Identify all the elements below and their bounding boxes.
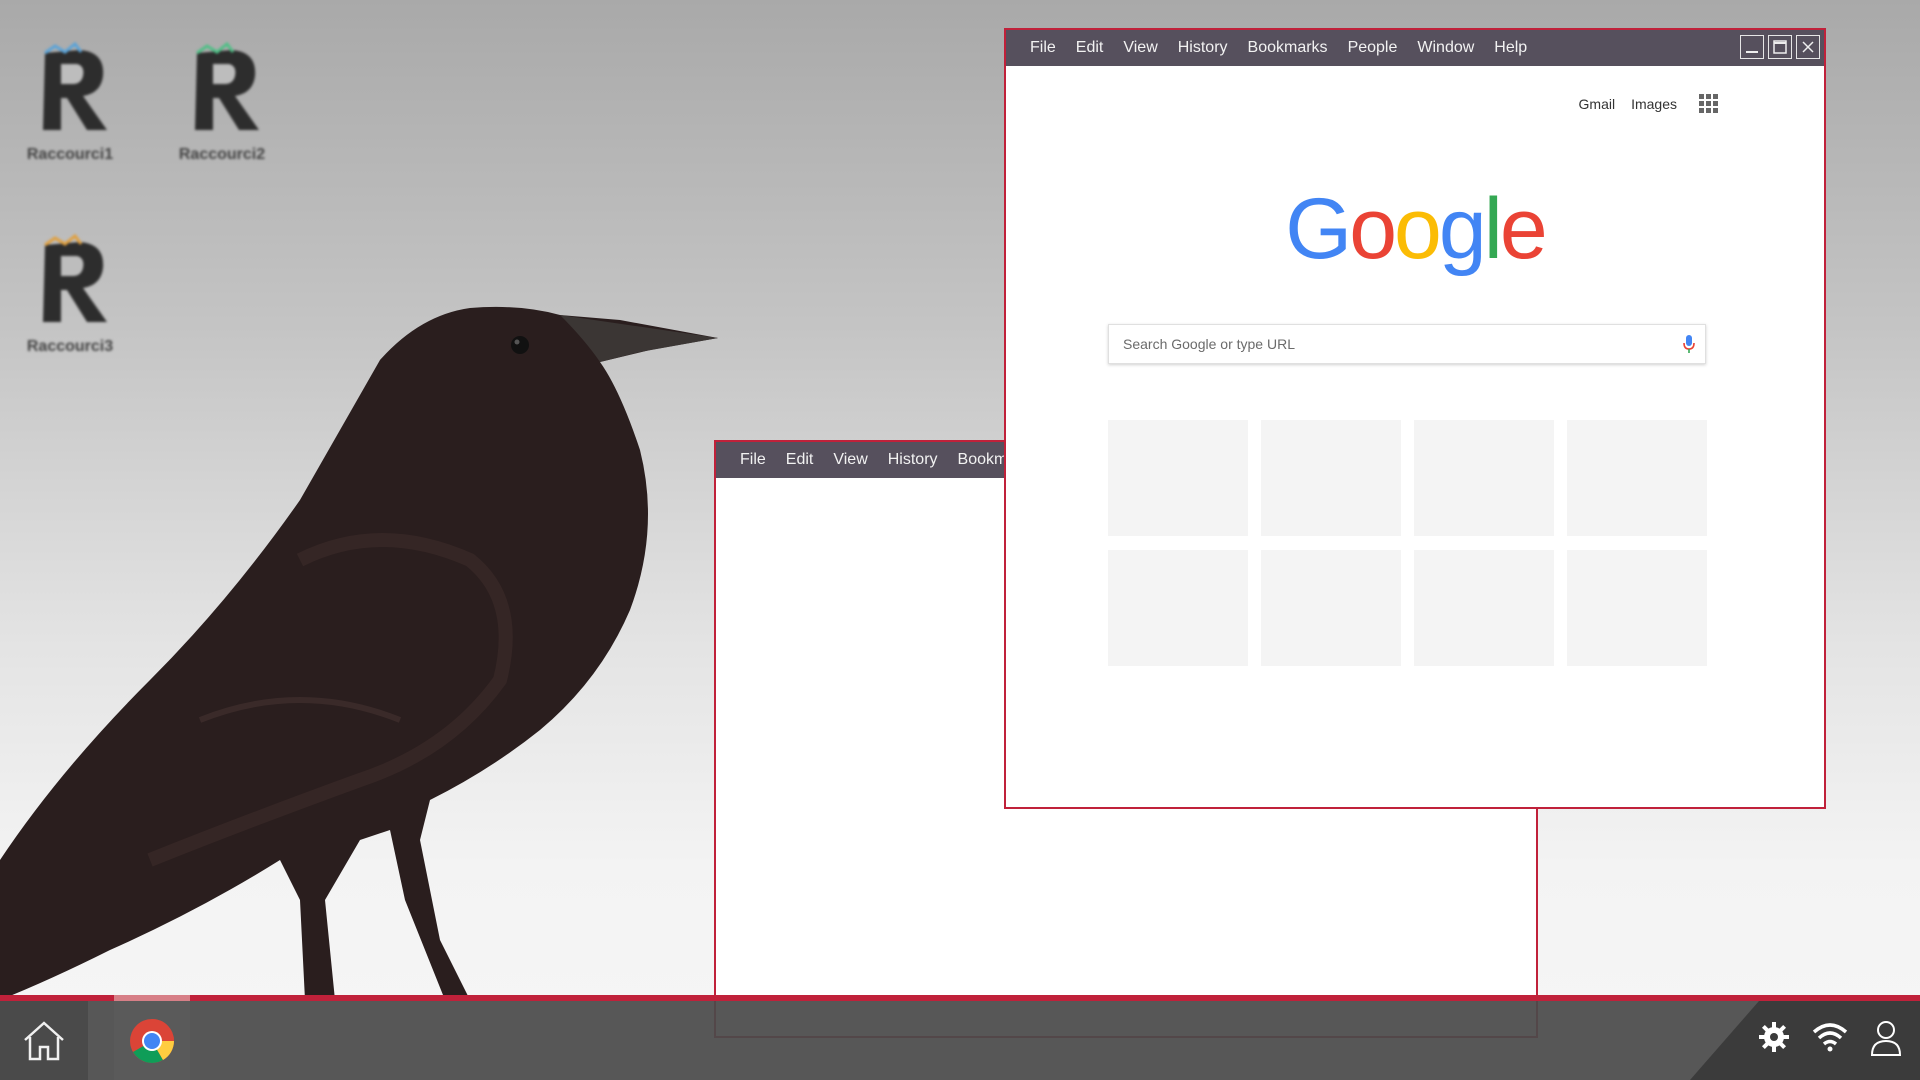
logo-letter: g xyxy=(1438,181,1487,277)
window-controls xyxy=(1740,35,1820,59)
desktop: Raccourci1 Raccourci2 Raccourci3 File Ed… xyxy=(0,0,1920,1080)
logo-letter: o xyxy=(1349,181,1397,277)
most-visited-tile[interactable] xyxy=(1567,550,1707,666)
home-button[interactable] xyxy=(0,1001,88,1080)
wifi-icon[interactable] xyxy=(1812,1021,1848,1053)
images-link[interactable]: Images xyxy=(1631,96,1677,112)
most-visited-tile[interactable] xyxy=(1414,550,1554,666)
menu-bookmarks[interactable]: Bookmarks xyxy=(1248,39,1328,57)
r-app-icon xyxy=(43,41,107,130)
menu-edit[interactable]: Edit xyxy=(1076,39,1104,57)
taskbar xyxy=(0,995,1920,1080)
minimize-icon[interactable] xyxy=(1740,35,1764,59)
gmail-link[interactable]: Gmail xyxy=(1579,96,1616,112)
browser-window[interactable]: File Edit View History Bookmarks People … xyxy=(1004,28,1826,809)
desktop-shortcut-1[interactable]: Raccourci1 xyxy=(0,38,140,164)
most-visited-tile[interactable] xyxy=(1261,550,1401,666)
shortcut-label: Raccourci1 xyxy=(26,146,114,163)
settings-icon[interactable] xyxy=(1758,1021,1790,1053)
desktop-shortcut-2[interactable]: Raccourci2 xyxy=(152,38,292,164)
menu-edit[interactable]: Edit xyxy=(786,451,814,469)
apps-grid-icon[interactable] xyxy=(1699,94,1718,113)
logo-letter: G xyxy=(1285,181,1352,277)
menu-people[interactable]: People xyxy=(1348,39,1398,57)
logo-letter: l xyxy=(1483,181,1503,277)
menu-file[interactable]: File xyxy=(1030,39,1056,57)
chrome-taskbar-button[interactable] xyxy=(114,995,190,1080)
home-icon xyxy=(24,1020,64,1060)
menu-file[interactable]: File xyxy=(740,451,766,469)
user-icon[interactable] xyxy=(1870,1019,1902,1057)
logo-letter: e xyxy=(1499,181,1548,277)
maximize-icon[interactable] xyxy=(1768,35,1792,59)
r-app-icon xyxy=(195,41,259,130)
menu-view[interactable]: View xyxy=(1123,39,1157,57)
menu-view[interactable]: View xyxy=(833,451,867,469)
google-logo: Google xyxy=(1006,180,1824,279)
most-visited-tile[interactable] xyxy=(1567,420,1707,536)
menu-window[interactable]: Window xyxy=(1417,39,1474,57)
menu-history[interactable]: History xyxy=(888,451,938,469)
menu-history[interactable]: History xyxy=(1178,39,1228,57)
chrome-icon xyxy=(130,1018,174,1063)
search-box[interactable] xyxy=(1108,324,1706,364)
search-input[interactable] xyxy=(1121,335,1683,353)
menu-help[interactable]: Help xyxy=(1494,39,1527,57)
most-visited-tile[interactable] xyxy=(1261,420,1401,536)
close-icon[interactable] xyxy=(1796,35,1820,59)
most-visited-tile[interactable] xyxy=(1414,420,1554,536)
browser-menubar: File Edit View History Bookmarks People … xyxy=(1006,30,1824,66)
most-visited-tile[interactable] xyxy=(1108,420,1248,536)
most-visited-tile[interactable] xyxy=(1108,550,1248,666)
crow-wallpaper-image xyxy=(0,306,718,1000)
logo-letter: o xyxy=(1394,181,1442,277)
shortcut-label: Raccourci2 xyxy=(178,146,266,163)
google-top-links: Gmail Images xyxy=(1579,94,1718,113)
microphone-icon[interactable] xyxy=(1683,334,1695,354)
most-visited-tiles xyxy=(1108,420,1707,666)
